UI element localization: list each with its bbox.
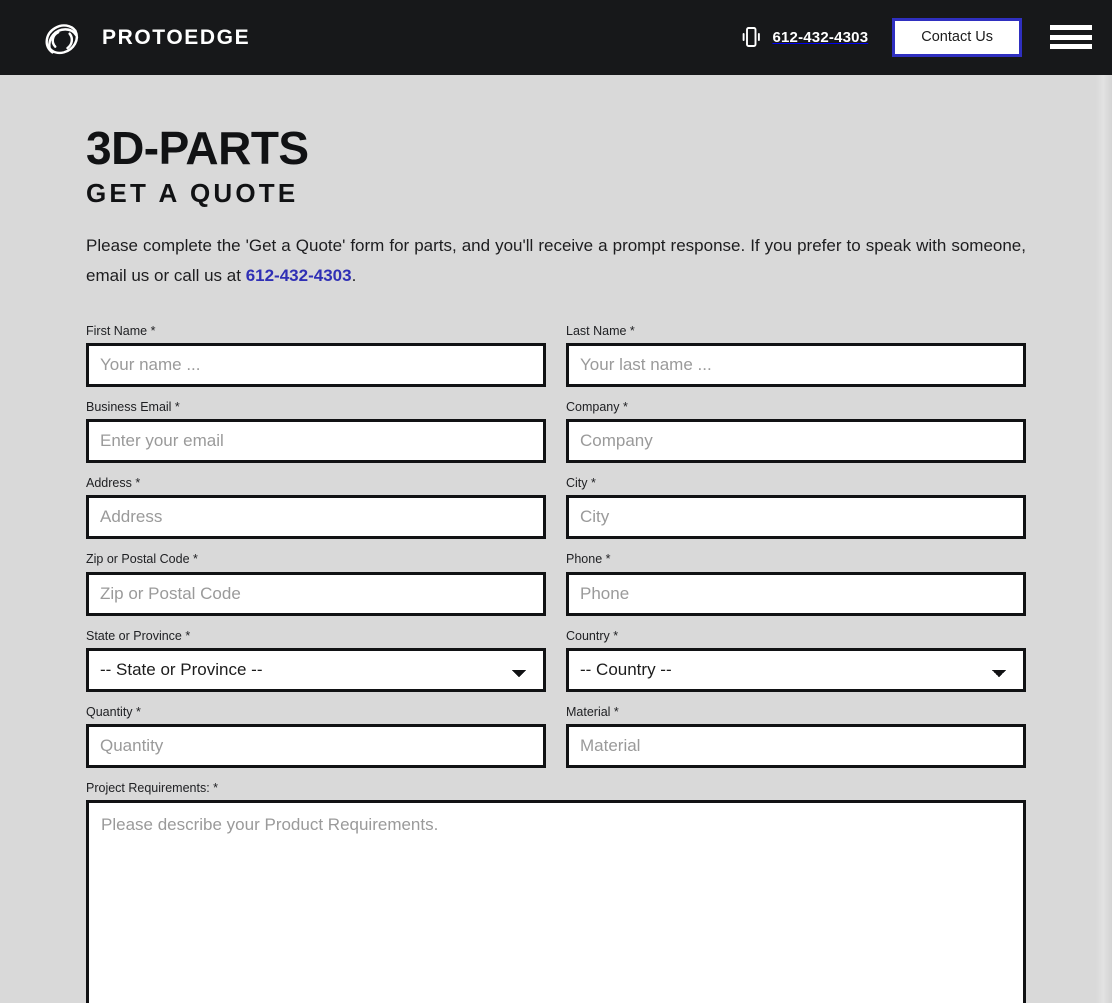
country-input[interactable]: -- Country -- (566, 647, 1026, 692)
header-phone-number: 612-432-4303 (772, 28, 869, 46)
field-zip-postal-code: Zip or Postal Code * (86, 551, 546, 616)
field-first-name: First Name * (86, 323, 546, 387)
field-business-email: Business Email * (86, 399, 546, 464)
hamburger-menu-icon[interactable] (1050, 21, 1092, 53)
brand-link[interactable]: PROTOEDGE (38, 15, 250, 61)
protoedge-swirl-logo-icon (38, 15, 84, 61)
last-name-input[interactable] (566, 342, 1026, 387)
page-scrollbar[interactable] (1096, 75, 1112, 1003)
page-body: 3D-PARTS GET A QUOTE Please complete the… (0, 75, 1112, 1003)
country-label: Country * (566, 628, 619, 643)
material-input[interactable] (566, 724, 1026, 769)
site-header: PROTOEDGE 612-432-4303 Contact Us (0, 0, 1112, 75)
first-name-input[interactable] (86, 342, 546, 387)
page-title: 3D-PARTS (86, 122, 309, 174)
quote-form: First Name * Last Name * Business Email * C… (86, 323, 1026, 1003)
hamburger-bar-1 (1050, 25, 1092, 31)
business-email-input[interactable] (86, 419, 546, 464)
field-project-requirements: Project Requirements: * (86, 780, 1026, 1003)
company-label: Company * (566, 399, 628, 414)
intro-text-before: Please complete the 'Get a Quote' form f… (86, 235, 1026, 285)
header-phone-link[interactable]: 612-432-4303 (739, 25, 868, 49)
field-city: City * (566, 475, 1026, 540)
last-name-label: Last Name * (566, 323, 635, 338)
material-label: Material * (566, 704, 619, 719)
phone-label: Phone * (566, 552, 611, 567)
company-input[interactable] (566, 419, 1026, 464)
header-actions: 612-432-4303 Contact Us (739, 17, 1092, 58)
field-address: Address * (86, 475, 546, 540)
field-material: Material * (566, 704, 1026, 769)
hamburger-bar-3 (1050, 44, 1092, 50)
city-input[interactable] (566, 495, 1026, 540)
field-country: Country * -- Country -- (566, 628, 1026, 692)
intro-paragraph: Please complete the 'Get a Quote' form f… (86, 231, 1026, 291)
field-phone: Phone * (566, 551, 1026, 616)
field-quantity: Quantity * (86, 704, 546, 769)
phone-input[interactable] (566, 571, 1026, 616)
zip-postal-code-input[interactable] (86, 571, 546, 616)
field-last-name: Last Name * (566, 323, 1026, 387)
hamburger-bar-2 (1050, 34, 1092, 40)
quantity-label: Quantity * (86, 704, 141, 719)
content-container: 3D-PARTS GET A QUOTE Please complete the… (86, 75, 1026, 1003)
intro-text-after: . (351, 265, 357, 285)
contact-us-button[interactable]: Contact Us (892, 17, 1022, 58)
quantity-input[interactable] (86, 724, 546, 769)
project-requirements-input[interactable] (86, 800, 1026, 1003)
state-province-label: State or Province * (86, 628, 191, 643)
address-label: Address * (86, 476, 141, 491)
intro-phone-link[interactable]: 612-432-4303 (246, 266, 352, 285)
address-input[interactable] (86, 495, 546, 540)
first-name-label: First Name * (86, 323, 156, 338)
project-requirements-label: Project Requirements: * (86, 781, 219, 796)
state-province-input[interactable]: -- State or Province -- (86, 647, 546, 692)
brand-name: PROTOEDGE (102, 25, 251, 49)
mobile-phone-icon (739, 25, 763, 49)
business-email-label: Business Email * (86, 399, 180, 414)
field-company: Company * (566, 399, 1026, 464)
field-state-province: State or Province * -- State or Province … (86, 628, 546, 692)
zip-postal-code-label: Zip or Postal Code * (86, 552, 198, 567)
city-label: City * (566, 476, 596, 491)
page-subtitle: GET A QUOTE (86, 177, 299, 208)
